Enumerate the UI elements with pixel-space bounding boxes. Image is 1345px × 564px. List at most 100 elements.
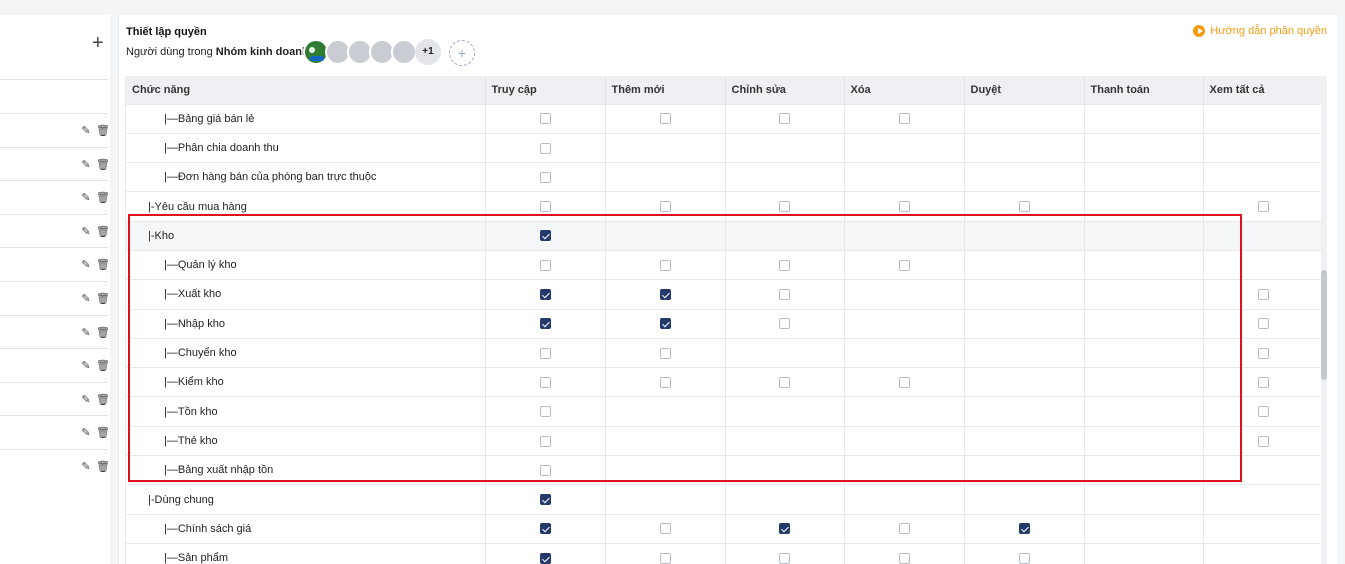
role-row[interactable]: ✎ 🗑	[0, 415, 110, 449]
pencil-icon[interactable]: ✎	[80, 226, 92, 238]
trash-icon[interactable]: 🗑	[96, 259, 110, 271]
permission-checkbox[interactable]	[659, 318, 671, 330]
avatar[interactable]	[391, 39, 417, 65]
permission-checkbox[interactable]	[898, 113, 910, 125]
permission-checkbox[interactable]	[898, 259, 910, 271]
role-row[interactable]: ✎ 🗑	[0, 247, 110, 281]
permission-checkbox[interactable]	[539, 552, 551, 564]
pencil-icon[interactable]: ✎	[80, 327, 92, 339]
permission-checkbox[interactable]	[539, 142, 551, 154]
permission-checkbox[interactable]	[659, 259, 671, 271]
permission-checkbox[interactable]	[659, 113, 671, 125]
permission-cell	[844, 484, 965, 515]
role-row[interactable]: ✎ 🗑	[0, 314, 110, 349]
trash-icon[interactable]: 🗑	[96, 360, 110, 372]
permission-checkbox[interactable]	[539, 406, 551, 418]
permission-checkbox[interactable]	[779, 523, 790, 535]
permission-checkbox[interactable]	[539, 435, 551, 447]
role-row[interactable]: ✎ 🗑	[0, 348, 110, 382]
permission-checkbox[interactable]	[1257, 347, 1269, 359]
permission-checkbox[interactable]	[539, 289, 551, 301]
add-role-button[interactable]: +	[92, 33, 104, 53]
pencil-icon[interactable]: ✎	[80, 360, 92, 372]
permission-cell	[1203, 220, 1322, 251]
role-row[interactable]: ✎ 🗑	[0, 180, 110, 214]
pencil-icon[interactable]: ✎	[80, 427, 92, 439]
permission-checkbox[interactable]	[659, 523, 671, 535]
pencil-icon[interactable]: ✎	[80, 259, 92, 271]
permission-checkbox[interactable]	[1018, 552, 1030, 564]
scrollbar-thumb[interactable]	[1321, 270, 1327, 380]
permission-checkbox[interactable]	[779, 289, 790, 301]
role-row[interactable]: ✎ 🗑	[0, 449, 110, 483]
trash-icon[interactable]: 🗑	[96, 125, 110, 137]
permission-checkbox[interactable]	[898, 552, 910, 564]
permission-checkbox[interactable]	[1018, 523, 1030, 535]
more-members-badge[interactable]: +1	[415, 39, 441, 65]
table-row: |-Yêu cầu mua hàng	[126, 191, 1322, 222]
trash-icon[interactable]: 🗑	[96, 159, 110, 171]
permission-cell	[605, 484, 726, 515]
permission-checkbox[interactable]	[539, 171, 551, 183]
role-row[interactable]: ✎ 🗑	[0, 213, 110, 248]
pencil-icon[interactable]: ✎	[80, 394, 92, 406]
pencil-icon[interactable]: ✎	[80, 192, 92, 204]
permission-checkbox[interactable]	[539, 464, 551, 476]
permission-checkbox[interactable]	[779, 318, 790, 330]
trash-icon[interactable]: 🗑	[96, 327, 110, 339]
permission-checkbox[interactable]	[659, 347, 671, 359]
trash-icon[interactable]: 🗑	[96, 394, 110, 406]
permission-checkbox[interactable]	[539, 318, 551, 330]
role-row[interactable]: ✎ 🗑	[0, 281, 110, 315]
permission-checkbox[interactable]	[539, 259, 551, 271]
permission-cell	[605, 191, 726, 222]
trash-icon[interactable]: 🗑	[96, 293, 110, 305]
permission-cell	[1203, 308, 1322, 339]
help-link-label: Hướng dẫn phân quyền	[1210, 25, 1327, 37]
permission-checkbox[interactable]	[539, 201, 551, 213]
permission-checkbox[interactable]	[779, 113, 790, 125]
permission-checkbox[interactable]	[539, 494, 551, 506]
permission-checkbox[interactable]	[779, 259, 790, 271]
add-member-button[interactable]: +	[449, 40, 475, 66]
pencil-icon[interactable]: ✎	[80, 125, 92, 137]
permission-checkbox[interactable]	[779, 376, 790, 388]
trash-icon[interactable]: 🗑	[96, 427, 110, 439]
permission-checkbox[interactable]	[659, 376, 671, 388]
permission-cell	[1084, 513, 1204, 544]
permission-checkbox[interactable]	[779, 552, 790, 564]
role-row[interactable]: ✎ 🗑	[0, 146, 110, 181]
pencil-icon[interactable]: ✎	[80, 293, 92, 305]
trash-icon[interactable]: 🗑	[96, 461, 110, 473]
permission-checkbox[interactable]	[898, 201, 910, 213]
role-row[interactable]: ✎ 🗑	[0, 381, 110, 416]
permission-checkbox[interactable]	[1257, 289, 1269, 301]
subtitle-prefix: Người dùng trong	[126, 46, 216, 58]
permission-checkbox[interactable]	[1257, 435, 1269, 447]
permission-cell	[1203, 542, 1322, 564]
trash-icon[interactable]: 🗑	[96, 226, 110, 238]
permission-checkbox[interactable]	[779, 201, 790, 213]
permission-checkbox[interactable]	[1018, 201, 1030, 213]
permission-checkbox[interactable]	[539, 347, 551, 359]
permission-checkbox[interactable]	[1257, 406, 1269, 418]
role-row[interactable]: ✎ 🗑	[0, 113, 110, 147]
permission-checkbox[interactable]	[659, 552, 671, 564]
pencil-icon[interactable]: ✎	[80, 461, 92, 473]
permission-cell	[1203, 337, 1322, 368]
permission-checkbox[interactable]	[898, 376, 910, 388]
permission-checkbox[interactable]	[539, 523, 551, 535]
permission-checkbox[interactable]	[1257, 318, 1269, 330]
permission-checkbox[interactable]	[539, 376, 551, 388]
permission-checkbox[interactable]	[898, 523, 910, 535]
permission-checkbox[interactable]	[1257, 376, 1269, 388]
trash-icon[interactable]: 🗑	[96, 192, 110, 204]
pencil-icon[interactable]: ✎	[80, 159, 92, 171]
permission-checkbox[interactable]	[659, 289, 671, 301]
help-link[interactable]: Hướng dẫn phân quyền	[1193, 25, 1327, 37]
permission-cell	[964, 484, 1085, 515]
permission-checkbox[interactable]	[1257, 201, 1269, 213]
permission-checkbox[interactable]	[539, 113, 551, 125]
permission-checkbox[interactable]	[539, 230, 551, 242]
permission-checkbox[interactable]	[659, 201, 671, 213]
